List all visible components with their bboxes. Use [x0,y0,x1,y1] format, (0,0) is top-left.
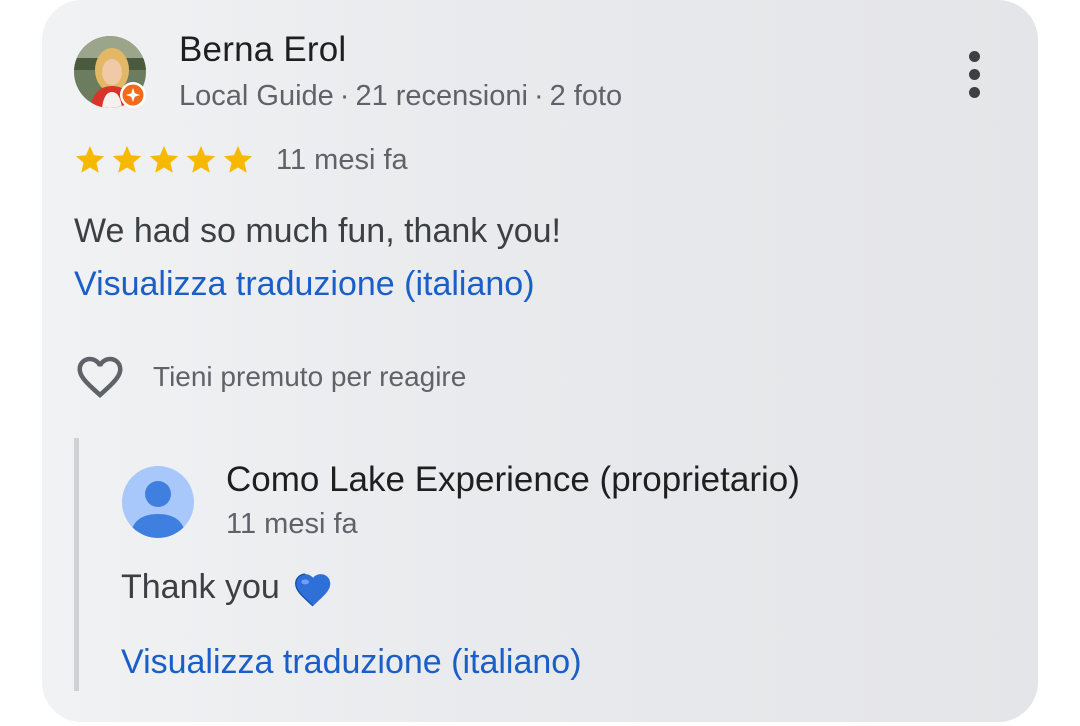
meta-separator: · [339,80,350,112]
react-hint-text: Tieni premuto per reagire [153,361,467,392]
local-guide-label: Local Guide [179,80,334,112]
reviewer-name[interactable]: Berna Erol [179,30,346,70]
star-rating [73,143,255,177]
review-card: Berna Erol Local Guide · 21 recensioni · 2 f… [42,0,1038,722]
heart-outline-icon [77,356,123,399]
owner-name: Como Lake Experience (proprietario) [226,460,800,499]
star-icon [110,143,144,177]
reaction-row: Tieni premuto per reagire [73,350,466,404]
reviewer-avatar[interactable] [74,36,146,108]
react-button[interactable] [73,350,127,404]
review-count: 21 recensioni [355,80,528,112]
rating-row: 11 mesi fa [73,140,408,180]
photo-count: 2 foto [549,80,623,112]
star-icon [73,143,107,177]
review-text: We had so much fun, thank you! [74,212,561,250]
reviewer-meta[interactable]: Local Guide · 21 recensioni · 2 foto [179,80,622,113]
owner-avatar[interactable] [122,466,194,538]
view-translation-link[interactable]: Visualizza traduzione (italiano) [74,265,535,304]
owner-reply-message: Thank you [121,568,280,606]
star-icon [147,143,181,177]
owner-view-translation-link[interactable]: Visualizza traduzione (italiano) [121,643,582,682]
owner-reply-date: 11 mesi fa [226,508,358,540]
star-icon [221,143,255,177]
more-vert-icon [968,50,980,62]
reply-divider [74,438,79,691]
more-vert-dot [968,68,980,80]
star-icon [184,143,218,177]
more-options-button[interactable] [954,46,994,102]
more-vert-dot [968,86,980,98]
blue-heart-emoji-icon [292,569,334,607]
meta-separator: · [533,80,544,112]
default-person-avatar-icon [122,466,194,538]
review-date: 11 mesi fa [276,143,408,176]
owner-reply-text: Thank you [121,568,334,607]
